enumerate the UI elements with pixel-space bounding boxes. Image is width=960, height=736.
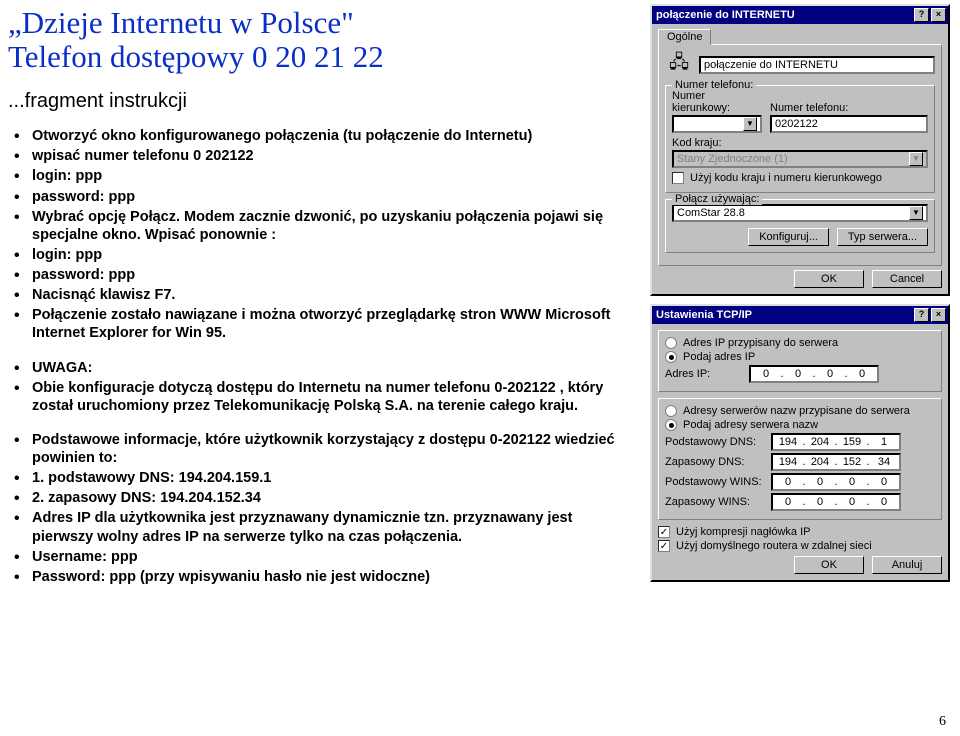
titlebar-text: połączenie do INTERNETU [656,9,795,21]
titlebar[interactable]: Ustawienia TCP/IP ? × [652,306,948,324]
phone-group: Numer telefonu: Numer kierunkowy: ▼ Nume… [665,85,935,193]
list-item: UWAGA: [32,359,625,377]
chevron-down-icon: ▼ [909,152,923,166]
connection-name-field[interactable]: połączenie do INTERNETU [699,56,935,74]
list-item: Adres IP dla użytkownika jest przyznawan… [32,509,625,545]
tab-general[interactable]: Ogólne [658,29,711,45]
default-gateway-label: Użyj domyślnego routera w zdalnej sieci [676,540,872,552]
list-item: Podstawowe informacje, które użytkownik … [32,431,625,467]
ok-button[interactable]: OK [794,556,864,574]
primary-wins-label: Podstawowy WINS: [665,476,765,488]
list-item: password: ppp [32,266,625,284]
ok-button[interactable]: OK [794,270,864,288]
header-compression-checkbox[interactable]: ✓ [658,526,670,538]
page-title: „Dzieje Internetu w Polsce" Telefon dost… [8,6,625,74]
use-area-checkbox[interactable] [672,172,684,184]
ip-manual-radio[interactable] [665,351,677,363]
ip-auto-label: Adres IP przypisany do serwera [683,337,838,349]
primary-wins-field[interactable]: 0. 0. 0. 0 [771,473,901,491]
page-number: 6 [939,714,946,730]
help-icon[interactable]: ? [914,308,929,322]
dns-auto-label: Adresy serwerów nazw przypisane do serwe… [683,405,910,417]
list-item: wpisać numer telefonu 0 202122 [32,147,625,165]
configure-button[interactable]: Konfiguruj... [748,228,829,246]
list-item: password: ppp [32,188,625,206]
subtitle: ...fragment instrukcji [8,90,625,113]
dns-manual-label: Podaj adresy serwera nazw [683,419,818,431]
phone-group-legend: Numer telefonu: [672,79,756,91]
ip-auto-radio[interactable] [665,337,677,349]
modem-combo[interactable]: ComStar 28.8 ▼ [672,204,928,222]
use-area-label: Użyj kodu kraju i numeru kierunkowego [690,172,882,184]
secondary-dns-field[interactable]: 194. 204. 152. 34 [771,453,901,471]
country-label: Kod kraju: [672,137,928,149]
list-item: Otworzyć okno konfigurowanego połączenia… [32,127,625,145]
list-item: login: ppp [32,246,625,264]
connection-icon: 🖧 [665,51,693,79]
country-combo: Stany Zjednoczone (1) ▼ [672,150,928,168]
ip-manual-label: Podaj adres IP [683,351,755,363]
cancel-button[interactable]: Anuluj [872,556,942,574]
dialog-tcpip: Ustawienia TCP/IP ? × Adres IP przypisan… [650,304,950,582]
bullet-list: Otworzyć okno konfigurowanego połączenia… [8,127,625,586]
list-item: Username: ppp [32,548,625,566]
list-item: Obie konfiguracje dotyczą dostępu do Int… [32,379,625,415]
close-icon[interactable]: × [931,8,946,22]
list-item: login: ppp [32,167,625,185]
phone-number-label: Numer telefonu: [770,102,928,114]
list-item: Wybrać opcję Połącz. Modem zacznie dzwon… [32,208,625,244]
slide-left: „Dzieje Internetu w Polsce" Telefon dost… [0,0,635,588]
secondary-wins-label: Zapasowy WINS: [665,496,765,508]
server-type-button[interactable]: Typ serwera... [837,228,928,246]
screenshots-column: połączenie do INTERNETU ? × Ogólne 🖧 poł… [650,4,950,590]
dns-auto-radio[interactable] [665,405,677,417]
phone-number-field[interactable]: 0202122 [770,115,928,133]
primary-dns-label: Podstawowy DNS: [665,436,765,448]
list-item: Połączenie zostało nawiązane i można otw… [32,306,625,342]
secondary-dns-label: Zapasowy DNS: [665,456,765,468]
header-compression-label: Użyj kompresji nagłówka IP [676,526,811,538]
ip-address-label: Adres IP: [665,368,743,380]
secondary-wins-field[interactable]: 0. 0. 0. 0 [771,493,901,511]
area-code-label: Numer kierunkowy: [672,90,762,114]
titlebar[interactable]: połączenie do INTERNETU ? × [652,6,948,24]
connect-group-legend: Połącz używając: [672,193,762,205]
list-item: Nacisnąć klawisz F7. [32,286,625,304]
title-line1: „Dzieje Internetu w Polsce" [8,5,354,40]
list-item: 2. zapasowy DNS: 194.204.152.34 [32,489,625,507]
cancel-button[interactable]: Cancel [872,270,942,288]
close-icon[interactable]: × [931,308,946,322]
primary-dns-field[interactable]: 194. 204. 159. 1 [771,433,901,451]
list-item: Password: ppp (przy wpisywaniu hasło nie… [32,568,625,586]
area-code-field[interactable]: ▼ [672,115,762,133]
title-line2: Telefon dostępowy 0 20 21 22 [8,39,384,74]
dns-manual-radio[interactable] [665,419,677,431]
default-gateway-checkbox[interactable]: ✓ [658,540,670,552]
list-item: 1. podstawowy DNS: 194.204.159.1 [32,469,625,487]
chevron-down-icon[interactable]: ▼ [909,206,923,220]
titlebar-text: Ustawienia TCP/IP [656,309,752,321]
ip-address-field[interactable]: 0. 0. 0. 0 [749,365,879,383]
dialog-connection: połączenie do INTERNETU ? × Ogólne 🖧 poł… [650,4,950,296]
chevron-down-icon[interactable]: ▼ [743,117,757,131]
help-icon[interactable]: ? [914,8,929,22]
connect-group: Połącz używając: ComStar 28.8 ▼ Konfigur… [665,199,935,253]
